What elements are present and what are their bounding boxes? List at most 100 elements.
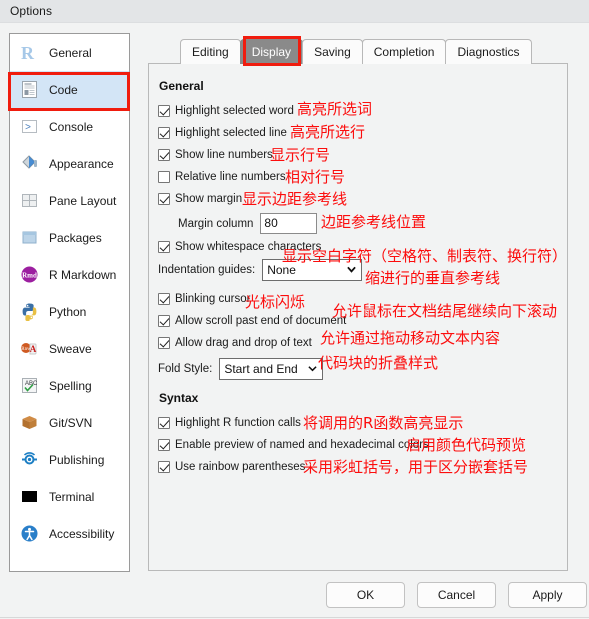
tab-bar[interactable]: Editing Display Saving Completion Diagnostic…	[180, 38, 532, 64]
abc-check-icon: ABC	[19, 375, 40, 396]
svg-text:A: A	[30, 344, 37, 354]
svg-text:>: >	[25, 123, 31, 134]
sidebar-item-label: Python	[49, 304, 87, 319]
sidebar-item-label: Accessibility	[49, 526, 115, 541]
sidebar-item-python[interactable]: Python	[10, 293, 129, 330]
sidebar-item-label: Publishing	[49, 452, 105, 467]
annotation-highlight-selected-word: 高亮所选词	[297, 100, 373, 118]
sidebar-item-spelling[interactable]: ABC Spelling	[10, 367, 129, 404]
option-highlight-selected-line[interactable]: Highlight selected line	[158, 127, 287, 139]
annotation-rainbow-parentheses: 采用彩虹括号，用于区分嵌套括号	[303, 458, 529, 476]
annotation-show-margin: 显示边距参考线	[242, 190, 348, 208]
annotation-allow-scroll-past-end: 允许鼠标在文档结尾继续向下滚动	[332, 302, 558, 320]
option-relative-line-numbers[interactable]: Relative line numbers	[158, 171, 286, 183]
sidebar-item-console[interactable]: > Console	[10, 108, 129, 145]
checkbox-enable-color-preview[interactable]	[158, 439, 170, 451]
checkbox-highlight-r-calls[interactable]	[158, 417, 170, 429]
sidebar-item-publishing[interactable]: Publishing	[10, 441, 129, 478]
sidebar-item-pane-layout[interactable]: Pane Layout	[10, 182, 129, 219]
document-code-icon	[19, 79, 40, 100]
option-allow-drag-drop[interactable]: Allow drag and drop of text	[158, 337, 312, 349]
option-blinking-cursor[interactable]: Blinking cursor	[158, 293, 250, 305]
checkbox-relative-line-numbers[interactable]	[158, 171, 170, 183]
checkbox-highlight-selected-word[interactable]	[158, 105, 170, 117]
sidebar-item-label: Git/SVN	[49, 415, 93, 430]
tab-diagnostics[interactable]: Diagnostics	[445, 39, 532, 64]
cancel-button[interactable]: Cancel	[417, 582, 496, 608]
checkbox-show-line-numbers[interactable]	[158, 149, 170, 161]
field-margin-column[interactable]: Margin column 80	[178, 213, 318, 234]
tab-saving[interactable]: Saving	[302, 39, 363, 64]
sidebar-item-label: Console	[49, 119, 94, 134]
annotation-indentation-guides: 缩进行的垂直参考线	[365, 269, 501, 287]
tab-completion[interactable]: Completion	[361, 39, 447, 64]
category-sidebar[interactable]: R General Code > Console Appearance Pane Layou…	[9, 33, 130, 572]
sidebar-item-general[interactable]: R General	[10, 34, 129, 71]
annotation-relative-line-numbers: 相对行号	[285, 168, 346, 186]
r-logo-icon: R	[19, 42, 40, 63]
footer-divider	[0, 617, 589, 618]
checkbox-show-margin[interactable]	[158, 193, 170, 205]
option-enable-color-preview[interactable]: Enable preview of named and hexadecimal …	[158, 439, 429, 451]
ok-button[interactable]: OK	[326, 582, 405, 608]
dialog-buttons: OK Cancel Apply	[326, 582, 587, 608]
annotation-show-line-numbers: 显示行号	[270, 146, 331, 164]
options-dialog: Options R General Code > Console Appearance Pa…	[0, 0, 589, 619]
sidebar-item-git-svn[interactable]: Git/SVN	[10, 404, 129, 441]
sidebar-item-sweave[interactable]: Rnw A Sweave	[10, 330, 129, 367]
option-show-line-numbers[interactable]: Show line numbers	[158, 149, 273, 161]
box-icon	[19, 227, 40, 248]
sidebar-item-label: Code	[49, 82, 78, 97]
checkbox-allow-drag-drop[interactable]	[158, 337, 170, 349]
annotation-highlight-r-calls: 将调用的R函数高亮显示	[303, 414, 464, 432]
sweave-pdf-icon: Rnw A	[19, 338, 40, 359]
sidebar-item-label: Packages	[49, 230, 102, 245]
paint-bucket-icon	[19, 153, 40, 174]
annotation-highlight-selected-line: 高亮所选行	[290, 123, 366, 141]
accessibility-icon	[19, 523, 40, 544]
label-show-line-numbers: Show line numbers	[175, 149, 273, 161]
label-allow-scroll-past-end: Allow scroll past end of document	[175, 315, 347, 327]
window-title: Options	[10, 4, 53, 18]
label-indentation-guides: Indentation guides:	[158, 264, 256, 276]
svg-text:Rmd: Rmd	[22, 272, 37, 280]
section-heading-syntax: Syntax	[159, 391, 199, 405]
option-allow-scroll-past-end[interactable]: Allow scroll past end of document	[158, 315, 346, 327]
option-show-margin[interactable]: Show margin	[158, 193, 242, 205]
checkbox-highlight-selected-line[interactable]	[158, 127, 170, 139]
option-highlight-selected-word[interactable]: Highlight selected word	[158, 105, 294, 117]
sidebar-item-r-markdown[interactable]: Rmd R Markdown	[10, 256, 129, 293]
apply-button[interactable]: Apply	[508, 582, 587, 608]
package-box-icon	[19, 412, 40, 433]
chevron-down-icon	[308, 366, 317, 372]
option-rainbow-parentheses[interactable]: Use rainbow parentheses	[158, 461, 305, 473]
checkbox-show-whitespace[interactable]	[158, 241, 170, 253]
sidebar-item-label: Sweave	[49, 341, 92, 356]
field-fold-style[interactable]: Fold Style: Start and End	[158, 358, 324, 380]
tab-display[interactable]: Display	[239, 39, 304, 64]
option-highlight-r-calls[interactable]: Highlight R function calls	[158, 417, 301, 429]
checkbox-rainbow-parentheses[interactable]	[158, 461, 170, 473]
python-icon	[19, 301, 40, 322]
sidebar-item-code[interactable]: Code	[10, 71, 129, 108]
label-highlight-r-calls: Highlight R function calls	[175, 417, 301, 429]
sidebar-item-appearance[interactable]: Appearance	[10, 145, 129, 182]
checkbox-blinking-cursor[interactable]	[158, 293, 170, 305]
fold-style-select[interactable]: Start and End	[219, 358, 324, 380]
annotation-allow-drag-drop: 允许通过拖动移动文本内容	[320, 329, 501, 347]
sidebar-item-label: Spelling	[49, 378, 92, 393]
label-highlight-selected-word: Highlight selected word	[175, 105, 294, 117]
sidebar-item-label: R Markdown	[49, 267, 117, 282]
sidebar-item-accessibility[interactable]: Accessibility	[10, 515, 129, 552]
svg-text:R: R	[21, 43, 35, 62]
sidebar-item-label: Terminal	[49, 489, 95, 504]
margin-column-input[interactable]: 80	[260, 213, 318, 234]
rmd-circle-icon: Rmd	[19, 264, 40, 285]
annotation-fold-style: 代码块的折叠样式	[318, 354, 439, 372]
annotation-margin-column: 边距参考线位置	[321, 213, 427, 231]
tab-editing[interactable]: Editing	[180, 39, 241, 64]
sidebar-item-terminal[interactable]: Terminal	[10, 478, 129, 515]
sidebar-item-label: General	[49, 45, 92, 60]
sidebar-item-packages[interactable]: Packages	[10, 219, 129, 256]
checkbox-allow-scroll-past-end[interactable]	[158, 315, 170, 327]
